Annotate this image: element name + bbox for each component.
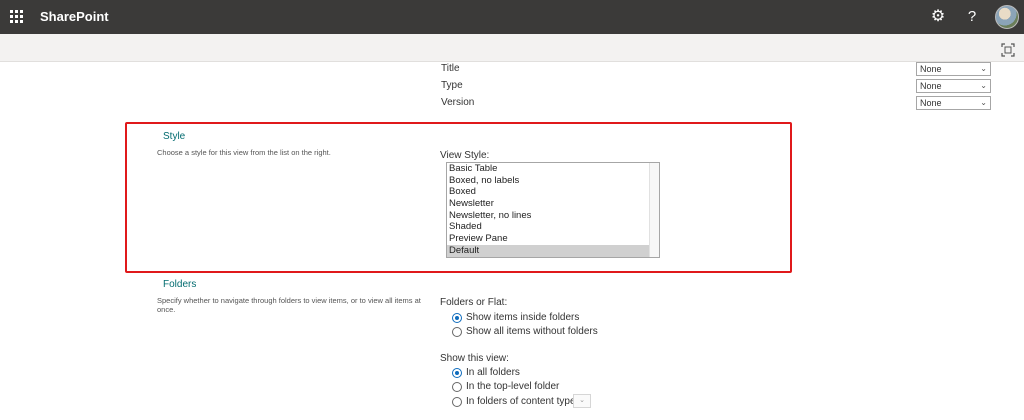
view-style-option[interactable]: Basic Table — [447, 163, 659, 175]
app-launcher-icon[interactable] — [9, 9, 25, 25]
folders-section-title: Folders — [163, 279, 197, 290]
chevron-down-icon: ⌄ — [980, 81, 987, 90]
settings-gear-icon[interactable]: ⚙ — [929, 8, 947, 26]
title-select[interactable]: None ⌄ — [916, 62, 991, 76]
show-all-items-radio[interactable] — [452, 327, 462, 337]
in-folders-of-content-type-radio[interactable] — [452, 397, 462, 407]
app-name[interactable]: SharePoint — [40, 9, 109, 24]
view-style-label: View Style: — [440, 150, 490, 161]
view-style-option[interactable]: Preview Pane — [447, 233, 659, 245]
focus-mode-icon[interactable] — [1001, 43, 1015, 57]
command-bar — [0, 34, 1024, 62]
field-label-type: Type — [441, 80, 463, 91]
in-all-folders-radio[interactable] — [452, 368, 462, 378]
listbox-scrollbar[interactable] — [649, 163, 659, 257]
type-select[interactable]: None ⌄ — [916, 79, 991, 93]
folders-section-description-line2: once. — [157, 305, 176, 314]
show-items-inside-folders-radio[interactable] — [452, 313, 462, 323]
style-section-title: Style — [163, 131, 186, 142]
content-type-select[interactable]: ⌄ — [573, 394, 591, 408]
help-icon[interactable]: ? — [963, 8, 981, 26]
show-items-inside-folders-label[interactable]: Show items inside folders — [466, 312, 579, 323]
chevron-down-icon: ⌄ — [980, 98, 987, 107]
view-style-option[interactable]: Boxed, no labels — [447, 175, 659, 187]
view-style-option[interactable]: Shaded — [447, 221, 659, 233]
field-label-title: Title — [441, 63, 460, 74]
view-style-option[interactable]: Newsletter, no lines — [447, 210, 659, 222]
show-all-items-label[interactable]: Show all items without folders — [466, 326, 598, 337]
view-style-listbox[interactable]: Basic Table Boxed, no labels Boxed Newsl… — [446, 162, 660, 258]
type-select-value: None — [920, 81, 942, 91]
title-select-value: None — [920, 64, 942, 74]
show-this-view-label: Show this view: — [440, 353, 509, 364]
in-top-level-folder-label[interactable]: In the top-level folder — [466, 381, 559, 392]
chevron-down-icon: ⌄ — [980, 64, 987, 73]
folders-or-flat-label: Folders or Flat: — [440, 297, 508, 308]
in-folders-of-content-type-label[interactable]: In folders of content type: — [466, 396, 578, 407]
version-select[interactable]: None ⌄ — [916, 96, 991, 110]
view-style-option[interactable]: Newsletter — [447, 198, 659, 210]
view-style-option-selected[interactable]: Default — [447, 244, 649, 257]
in-all-folders-label[interactable]: In all folders — [466, 367, 520, 378]
style-section-description: Choose a style for this view from the li… — [157, 148, 331, 157]
field-label-version: Version — [441, 97, 475, 108]
view-style-option[interactable]: Boxed — [447, 186, 659, 198]
user-avatar[interactable] — [995, 5, 1019, 29]
chevron-down-icon: ⌄ — [579, 397, 585, 404]
in-top-level-folder-radio[interactable] — [452, 382, 462, 392]
version-select-value: None — [920, 98, 942, 108]
suite-header: SharePoint ⚙ ? — [0, 0, 1024, 34]
folders-section-description-line1: Specify whether to navigate through fold… — [157, 296, 421, 305]
